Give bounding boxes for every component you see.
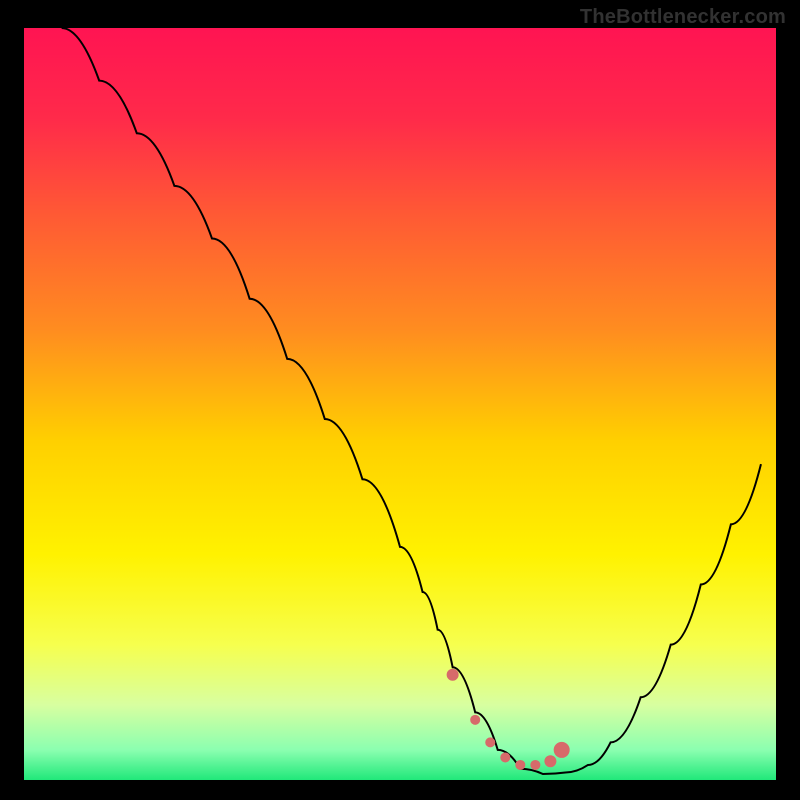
marker-dot	[530, 760, 540, 770]
marker-dot	[470, 715, 480, 725]
chart-stage: TheBottlenecker.com	[0, 0, 800, 800]
marker-dot	[544, 755, 556, 767]
marker-dot	[500, 752, 510, 762]
marker-dot	[485, 737, 495, 747]
marker-dot	[554, 742, 570, 758]
marker-dot	[447, 669, 459, 681]
plot-svg	[24, 28, 776, 780]
plot-area	[24, 28, 776, 780]
watermark-text: TheBottlenecker.com	[580, 6, 786, 29]
marker-dot	[515, 760, 525, 770]
